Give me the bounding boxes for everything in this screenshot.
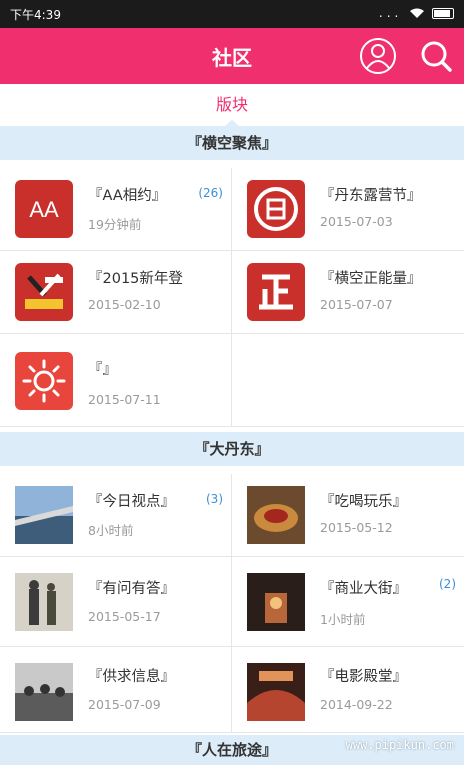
empty-cell: [232, 334, 464, 427]
status-time: 下午4:39: [10, 8, 61, 22]
item-badge: (26): [198, 186, 223, 200]
photo-street: [247, 573, 305, 631]
list-item[interactable]: 『2015新年登 2015-02-10: [0, 251, 232, 334]
battery-icon: [432, 8, 454, 19]
item-badge: (3): [206, 492, 223, 506]
item-time: 8小时前: [88, 523, 134, 538]
item-time: 2015-07-11: [88, 392, 161, 407]
list-item[interactable]: 『供求信息』 2015-07-09: [0, 647, 232, 733]
item-time: 2015-05-12: [320, 520, 393, 535]
item-name: 『有问有答』: [88, 581, 175, 597]
item-time: 2015-07-03: [320, 214, 393, 229]
status-icons: ...: [379, 6, 454, 20]
list-item[interactable]: 『有问有答』 2015-05-17: [0, 557, 232, 647]
list-item[interactable]: 『商业大街』 1小时前 (2): [232, 557, 464, 647]
sun-icon: [15, 352, 73, 410]
camp-emblem-icon: [247, 180, 305, 238]
list-item[interactable]: 『今日视点』 8小时前 (3): [0, 474, 232, 557]
item-badge: (2): [439, 577, 456, 591]
item-name: 『2015新年登: [88, 271, 183, 287]
item-time: 2015-02-10: [88, 297, 161, 312]
signal-dots: ...: [378, 6, 403, 20]
list-item[interactable]: 『』 2015-07-11: [0, 334, 232, 427]
watermark: www.pipikun.com: [345, 738, 454, 752]
item-time: 1小时前: [320, 612, 366, 627]
user-glyph: [366, 44, 390, 69]
tab-forums-label: 版块: [215, 95, 248, 114]
item-name: 『供求信息』: [88, 669, 175, 685]
status-bar: 下午4:39 ...: [0, 0, 464, 28]
item-time: 2015-07-09: [88, 697, 161, 712]
item-time: 2015-07-07: [320, 297, 393, 312]
item-name: 『今日视点』: [88, 494, 175, 510]
new-year-icon: [15, 263, 73, 321]
user-icon[interactable]: [360, 38, 396, 74]
photo-bridge: [15, 486, 73, 544]
wifi-icon: [410, 8, 425, 18]
list-item[interactable]: 『横空正能量』 2015-07-07: [232, 251, 464, 334]
item-name: 『』: [88, 362, 117, 378]
photo-cinema: [247, 663, 305, 721]
item-name: 『丹东露营节』: [320, 188, 422, 204]
item-name: 『吃喝玩乐』: [320, 494, 407, 510]
search-icon[interactable]: [418, 38, 454, 74]
item-time: 2014-09-22: [320, 697, 393, 712]
item-time: 19分钟前: [88, 217, 142, 232]
item-name: 『电影殿堂』: [320, 669, 407, 685]
zheng-icon: [247, 263, 305, 321]
section-header: 『大丹东』: [0, 432, 464, 466]
photo-crowd: [15, 663, 73, 721]
photo-people: [15, 573, 73, 631]
list-item[interactable]: 『吃喝玩乐』 2015-05-12: [232, 474, 464, 557]
list-item[interactable]: AA 『AA相约』 19分钟前 (26): [0, 168, 232, 251]
section-header: 『横空聚焦』: [0, 126, 464, 160]
svg-text:AA: AA: [29, 197, 59, 222]
list-item[interactable]: 『丹东露营节』 2015-07-03: [232, 168, 464, 251]
photo-food: [247, 486, 305, 544]
item-name: 『横空正能量』: [320, 271, 422, 287]
aa-icon: AA: [15, 180, 73, 238]
item-time: 2015-05-17: [88, 609, 161, 624]
tab-forums[interactable]: 版块: [0, 84, 464, 127]
list-item[interactable]: 『电影殿堂』 2014-09-22: [232, 647, 464, 733]
item-name: 『商业大街』: [320, 581, 407, 597]
app-bar: 社区: [0, 28, 464, 84]
item-name: 『AA相约』: [88, 188, 167, 204]
